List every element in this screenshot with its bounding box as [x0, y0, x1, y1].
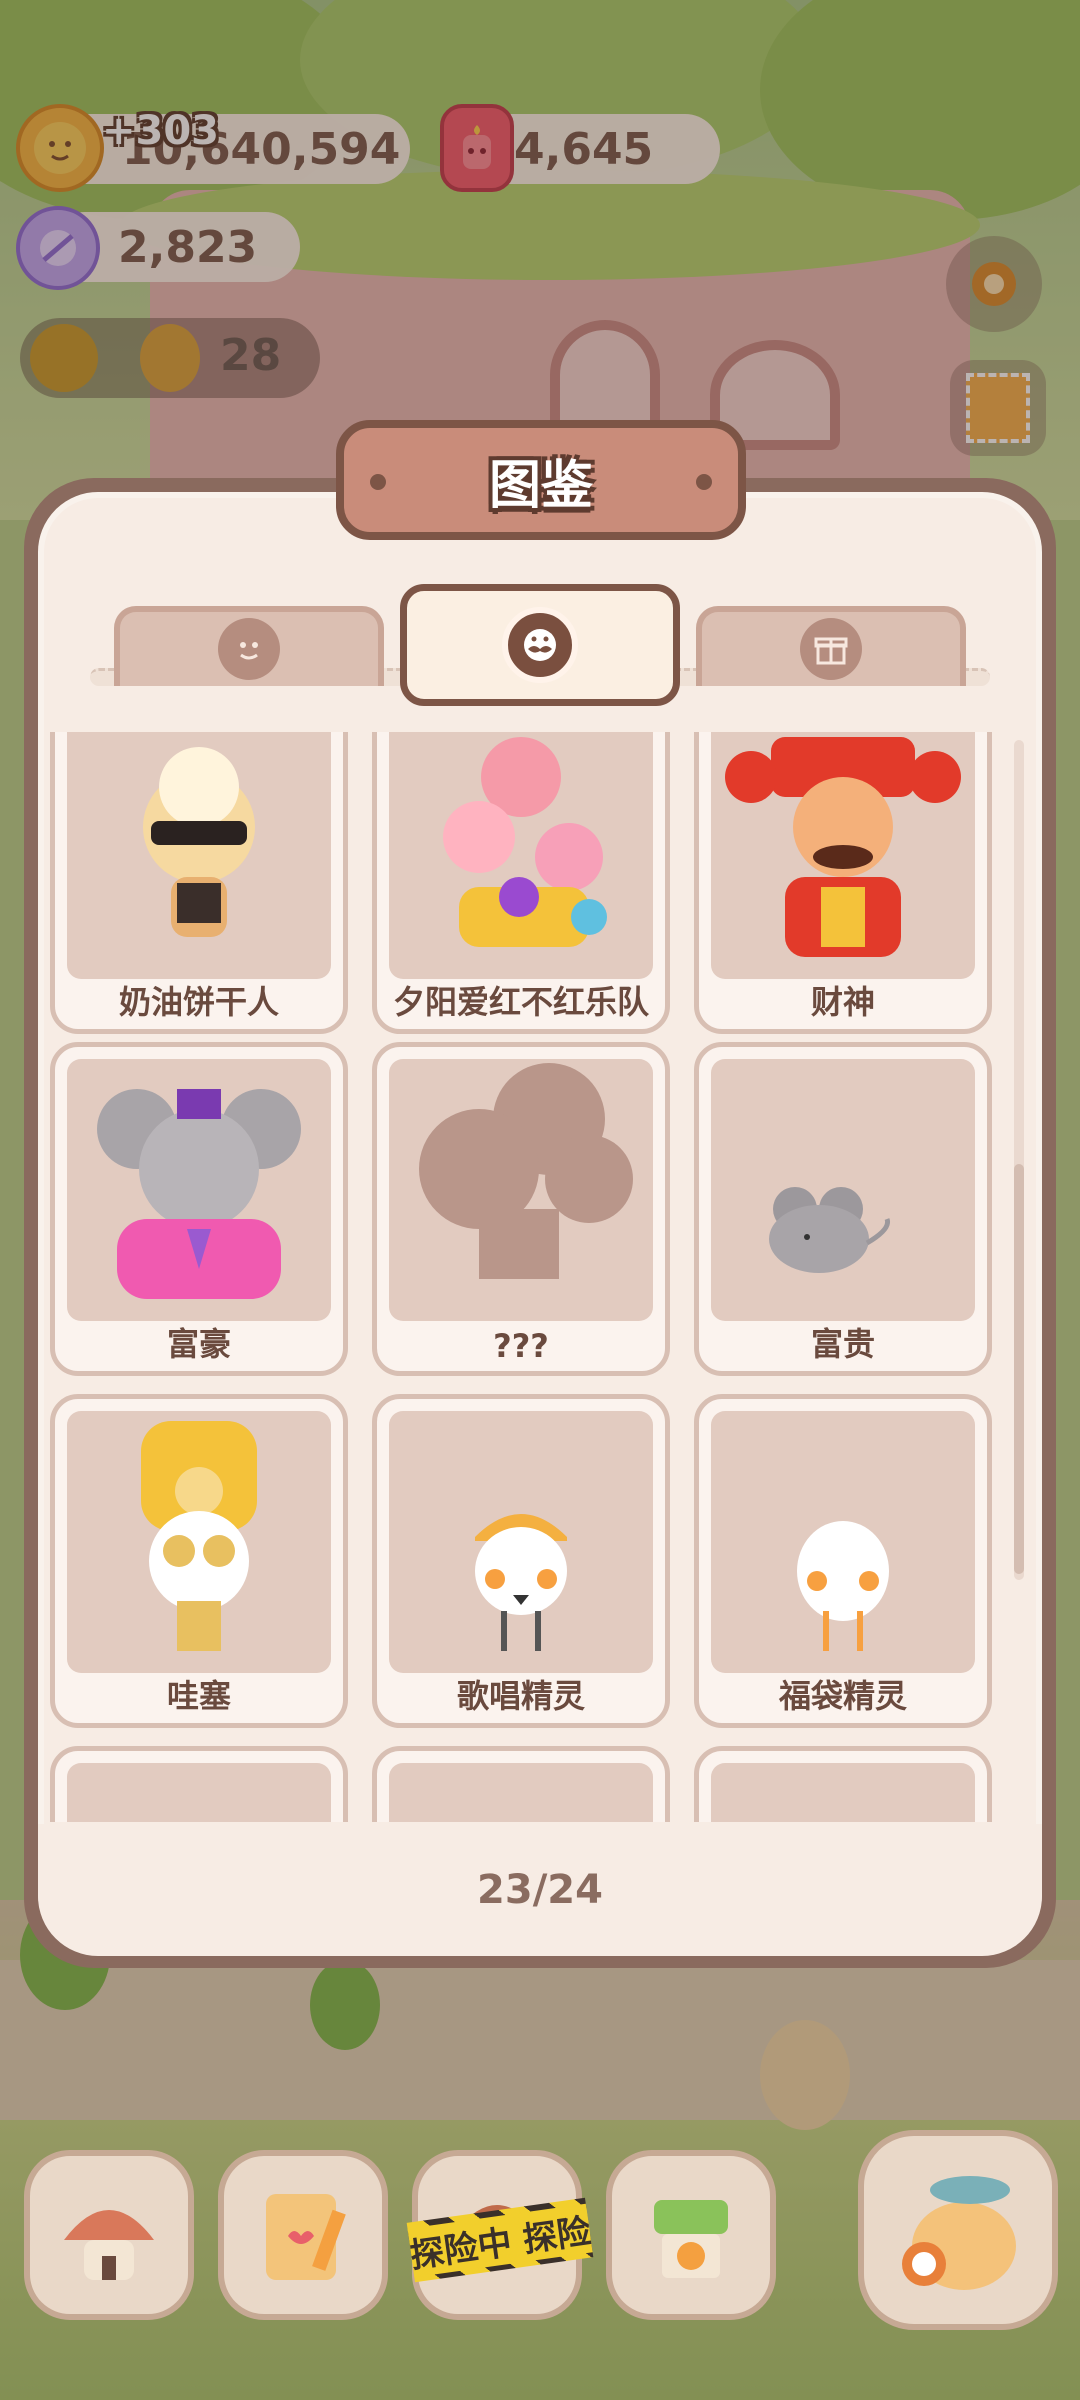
- nav-home-button[interactable]: [24, 2150, 194, 2320]
- collection-card[interactable]: 奶油饼干人: [50, 732, 348, 1034]
- collection-card[interactable]: 福袋精灵: [694, 1394, 992, 1728]
- nav-shop-button[interactable]: [606, 2150, 776, 2320]
- god-of-wealth-art: [725, 737, 961, 957]
- collection-card[interactable]: ???: [372, 1042, 670, 1376]
- rich-mouse-art: [97, 1089, 301, 1299]
- modal-title-plaque: 图鉴: [336, 420, 746, 540]
- collection-card[interactable]: 富豪: [50, 1042, 348, 1376]
- card-name: 夕阳爱红不红乐队: [392, 983, 649, 1021]
- tab-characters[interactable]: [400, 584, 680, 706]
- shop-icon: [654, 2200, 728, 2278]
- card-name: 福袋精灵: [778, 1677, 907, 1715]
- tab-gifts[interactable]: [696, 606, 966, 686]
- card-name: ???: [493, 1327, 549, 1365]
- collection-card[interactable]: [50, 1746, 348, 1822]
- card-name: 富贵: [810, 1325, 875, 1363]
- cream-cookie-man-art: [143, 747, 255, 937]
- card-name: 歌唱精灵: [456, 1677, 585, 1715]
- collection-card[interactable]: 夕阳爱红不红乐队: [372, 732, 670, 1034]
- card-name: 财神: [810, 983, 875, 1021]
- collection-card[interactable]: 财神: [694, 732, 992, 1034]
- collection-progress: 23/24: [38, 1824, 1042, 1956]
- fish-pouch-icon: [902, 2176, 1016, 2290]
- wow-chick-art: [141, 1421, 257, 1651]
- diary-icon: [266, 2194, 346, 2280]
- nav-diary-button[interactable]: [218, 2150, 388, 2320]
- collection-card[interactable]: 富贵: [694, 1042, 992, 1376]
- gift-box-icon: [800, 618, 862, 680]
- singing-spirit-art: [475, 1514, 567, 1651]
- mustache-character-icon: [502, 607, 578, 683]
- collection-card[interactable]: 歌唱精灵: [372, 1394, 670, 1728]
- lucky-bag-spirit-art: [797, 1521, 889, 1651]
- collection-card[interactable]: [694, 1746, 992, 1822]
- collection-card[interactable]: 哇塞: [50, 1394, 348, 1728]
- nav-pouch-button[interactable]: [858, 2130, 1058, 2330]
- card-name: 奶油饼干人: [118, 983, 279, 1021]
- progress-counter: 23/24: [477, 1867, 603, 1913]
- tab-cookies[interactable]: [114, 606, 384, 686]
- fortune-mouse-art: [769, 1187, 891, 1273]
- mushroom-house-icon: [64, 2210, 154, 2280]
- collection-card[interactable]: [372, 1746, 670, 1822]
- collection-grid: 奶油饼干人 夕阳爱红不红乐队 财神 富豪 ??? 富贵 哇塞 歌唱精灵 福袋精灵: [46, 732, 1006, 1822]
- locked-silhouette-art: [419, 1063, 633, 1279]
- scrollbar-thumb[interactable]: [1014, 1164, 1024, 1574]
- card-name: 哇塞: [166, 1677, 231, 1715]
- modal-title: 图鉴: [488, 455, 593, 516]
- cookie-face-icon: [218, 618, 280, 680]
- sunset-band-art: [443, 737, 607, 947]
- card-name: 富豪: [166, 1325, 231, 1363]
